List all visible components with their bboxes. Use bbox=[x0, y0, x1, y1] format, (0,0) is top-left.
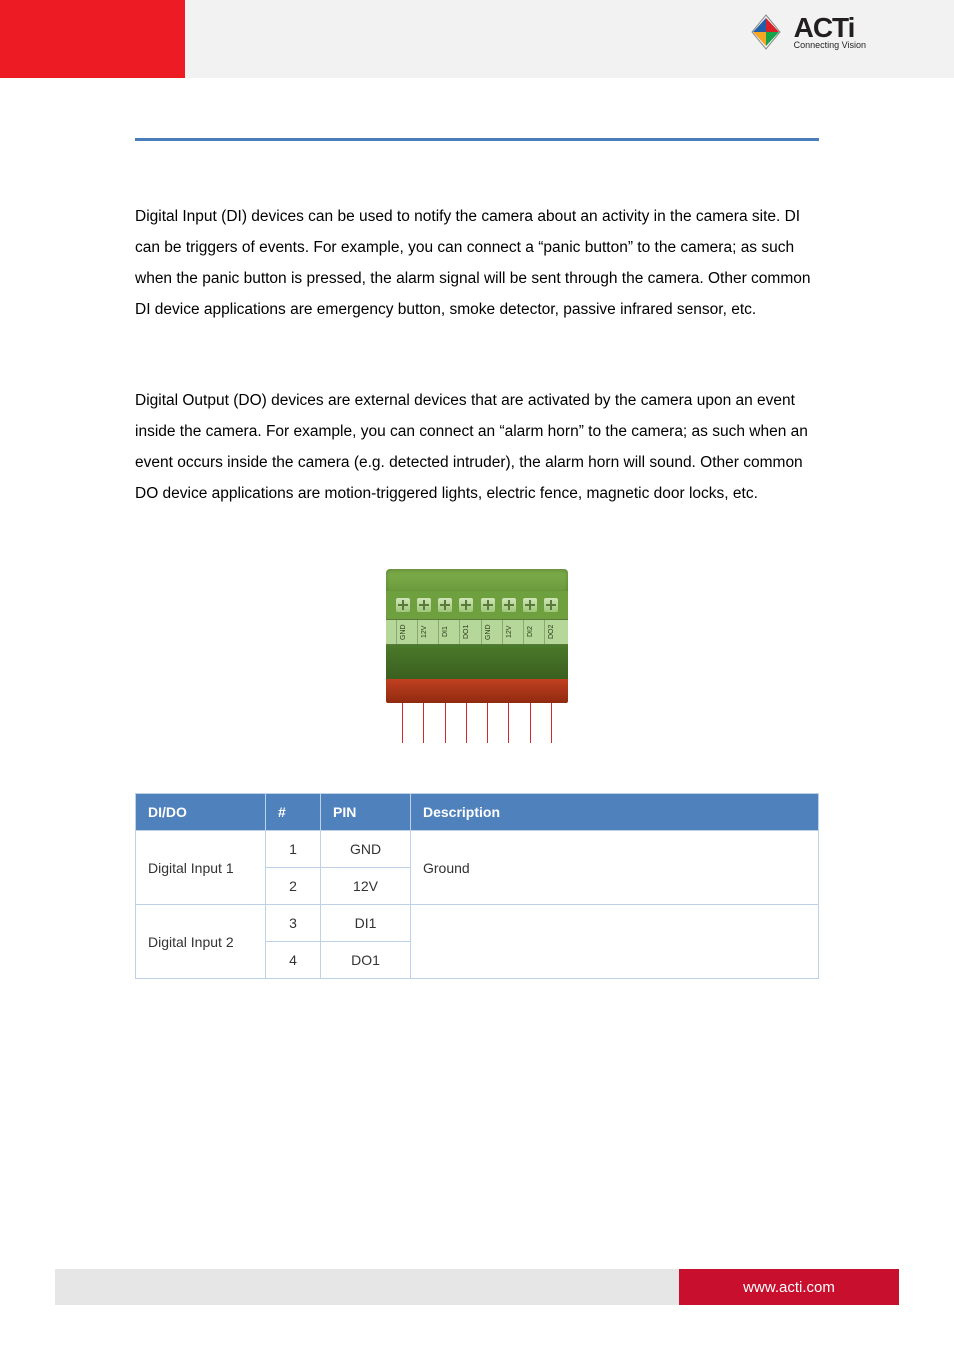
table-row: Digital Input 1 1 GND Ground bbox=[136, 831, 819, 868]
connector-figure: GND 12V DI1 DO1 GND 12V DI2 DO2 bbox=[135, 569, 819, 743]
header-bar: ACTi Connecting Vision bbox=[0, 0, 954, 78]
table-header: # bbox=[266, 794, 321, 831]
table-cell-pin: DO1 bbox=[321, 942, 411, 979]
pin-label: DI2 bbox=[523, 620, 537, 644]
table-cell-desc bbox=[411, 905, 819, 979]
table-header: DI/DO bbox=[136, 794, 266, 831]
table-cell-desc: Ground bbox=[411, 831, 819, 905]
table-cell-pin: DI1 bbox=[321, 905, 411, 942]
table-cell-num: 1 bbox=[266, 831, 321, 868]
paragraph-intro: Digital Input (DI) devices can be used t… bbox=[135, 201, 819, 325]
table-cell-num: 3 bbox=[266, 905, 321, 942]
pin-label: 12V bbox=[417, 620, 431, 644]
brand-tagline: Connecting Vision bbox=[794, 40, 866, 50]
pin-label: DO1 bbox=[459, 620, 473, 644]
page-footer: www.acti.com bbox=[55, 1269, 899, 1305]
table-cell-group: Digital Input 2 bbox=[136, 905, 266, 979]
pin-label: GND bbox=[396, 620, 410, 644]
table-row: Digital Input 2 3 DI1 bbox=[136, 905, 819, 942]
table-cell-pin: GND bbox=[321, 831, 411, 868]
terminal-block-illustration: GND 12V DI1 DO1 GND 12V DI2 DO2 bbox=[386, 569, 568, 743]
table-cell-group: Digital Input 1 bbox=[136, 831, 266, 905]
pin-definition-table: DI/DO # PIN Description Digital Input 1 … bbox=[135, 793, 819, 979]
brand-name: ACTi bbox=[794, 14, 866, 42]
pin-label: DO2 bbox=[544, 620, 558, 644]
paragraph-do: Digital Output (DO) devices are external… bbox=[135, 385, 819, 509]
connector-label-row: GND 12V DI1 DO1 GND 12V DI2 DO2 bbox=[386, 619, 568, 645]
section-divider bbox=[135, 138, 819, 141]
table-cell-num: 4 bbox=[266, 942, 321, 979]
pin-label: 12V bbox=[502, 620, 516, 644]
pin-label: GND bbox=[481, 620, 495, 644]
brand-red-block bbox=[0, 0, 185, 78]
footer-url[interactable]: www.acti.com bbox=[679, 1269, 899, 1305]
acti-logo-icon bbox=[746, 12, 786, 52]
table-cell-pin: 12V bbox=[321, 868, 411, 905]
brand-logo: ACTi Connecting Vision bbox=[746, 12, 866, 52]
table-cell-num: 2 bbox=[266, 868, 321, 905]
table-header: Description bbox=[411, 794, 819, 831]
pin-label: DI1 bbox=[438, 620, 452, 644]
table-header: PIN bbox=[321, 794, 411, 831]
